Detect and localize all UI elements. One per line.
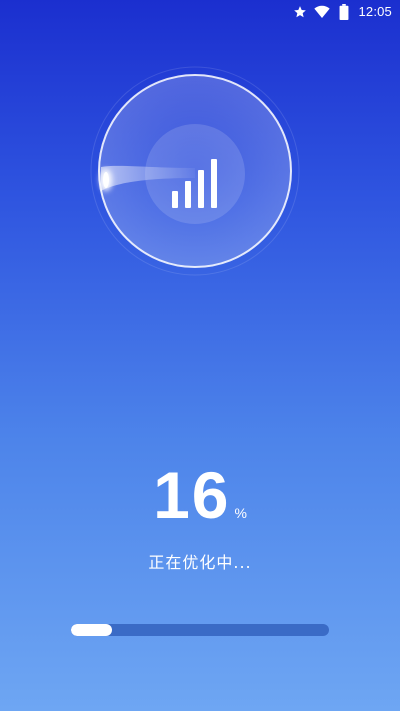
status-bar: 12:05 [0,0,400,24]
star-icon [292,4,308,20]
progress-bar-fill [71,624,113,636]
battery-icon [336,4,352,20]
signal-scanner [88,64,302,278]
status-time: 12:05 [358,4,392,19]
signal-optimizer-screen: 12:05 16 % 正在优化中... [0,0,400,711]
percent-value: 16 [153,458,231,532]
optimizing-status-text: 正在优化中... [148,553,252,572]
wifi-icon [314,4,331,20]
status-bar-right: 12:05 [292,3,392,21]
progress-bar [71,624,329,636]
scanner-sweep-core [103,172,109,188]
scanner-inner-circle [145,124,245,224]
percent-unit: % [234,505,247,521]
optimize-percent: 16% [0,462,400,536]
